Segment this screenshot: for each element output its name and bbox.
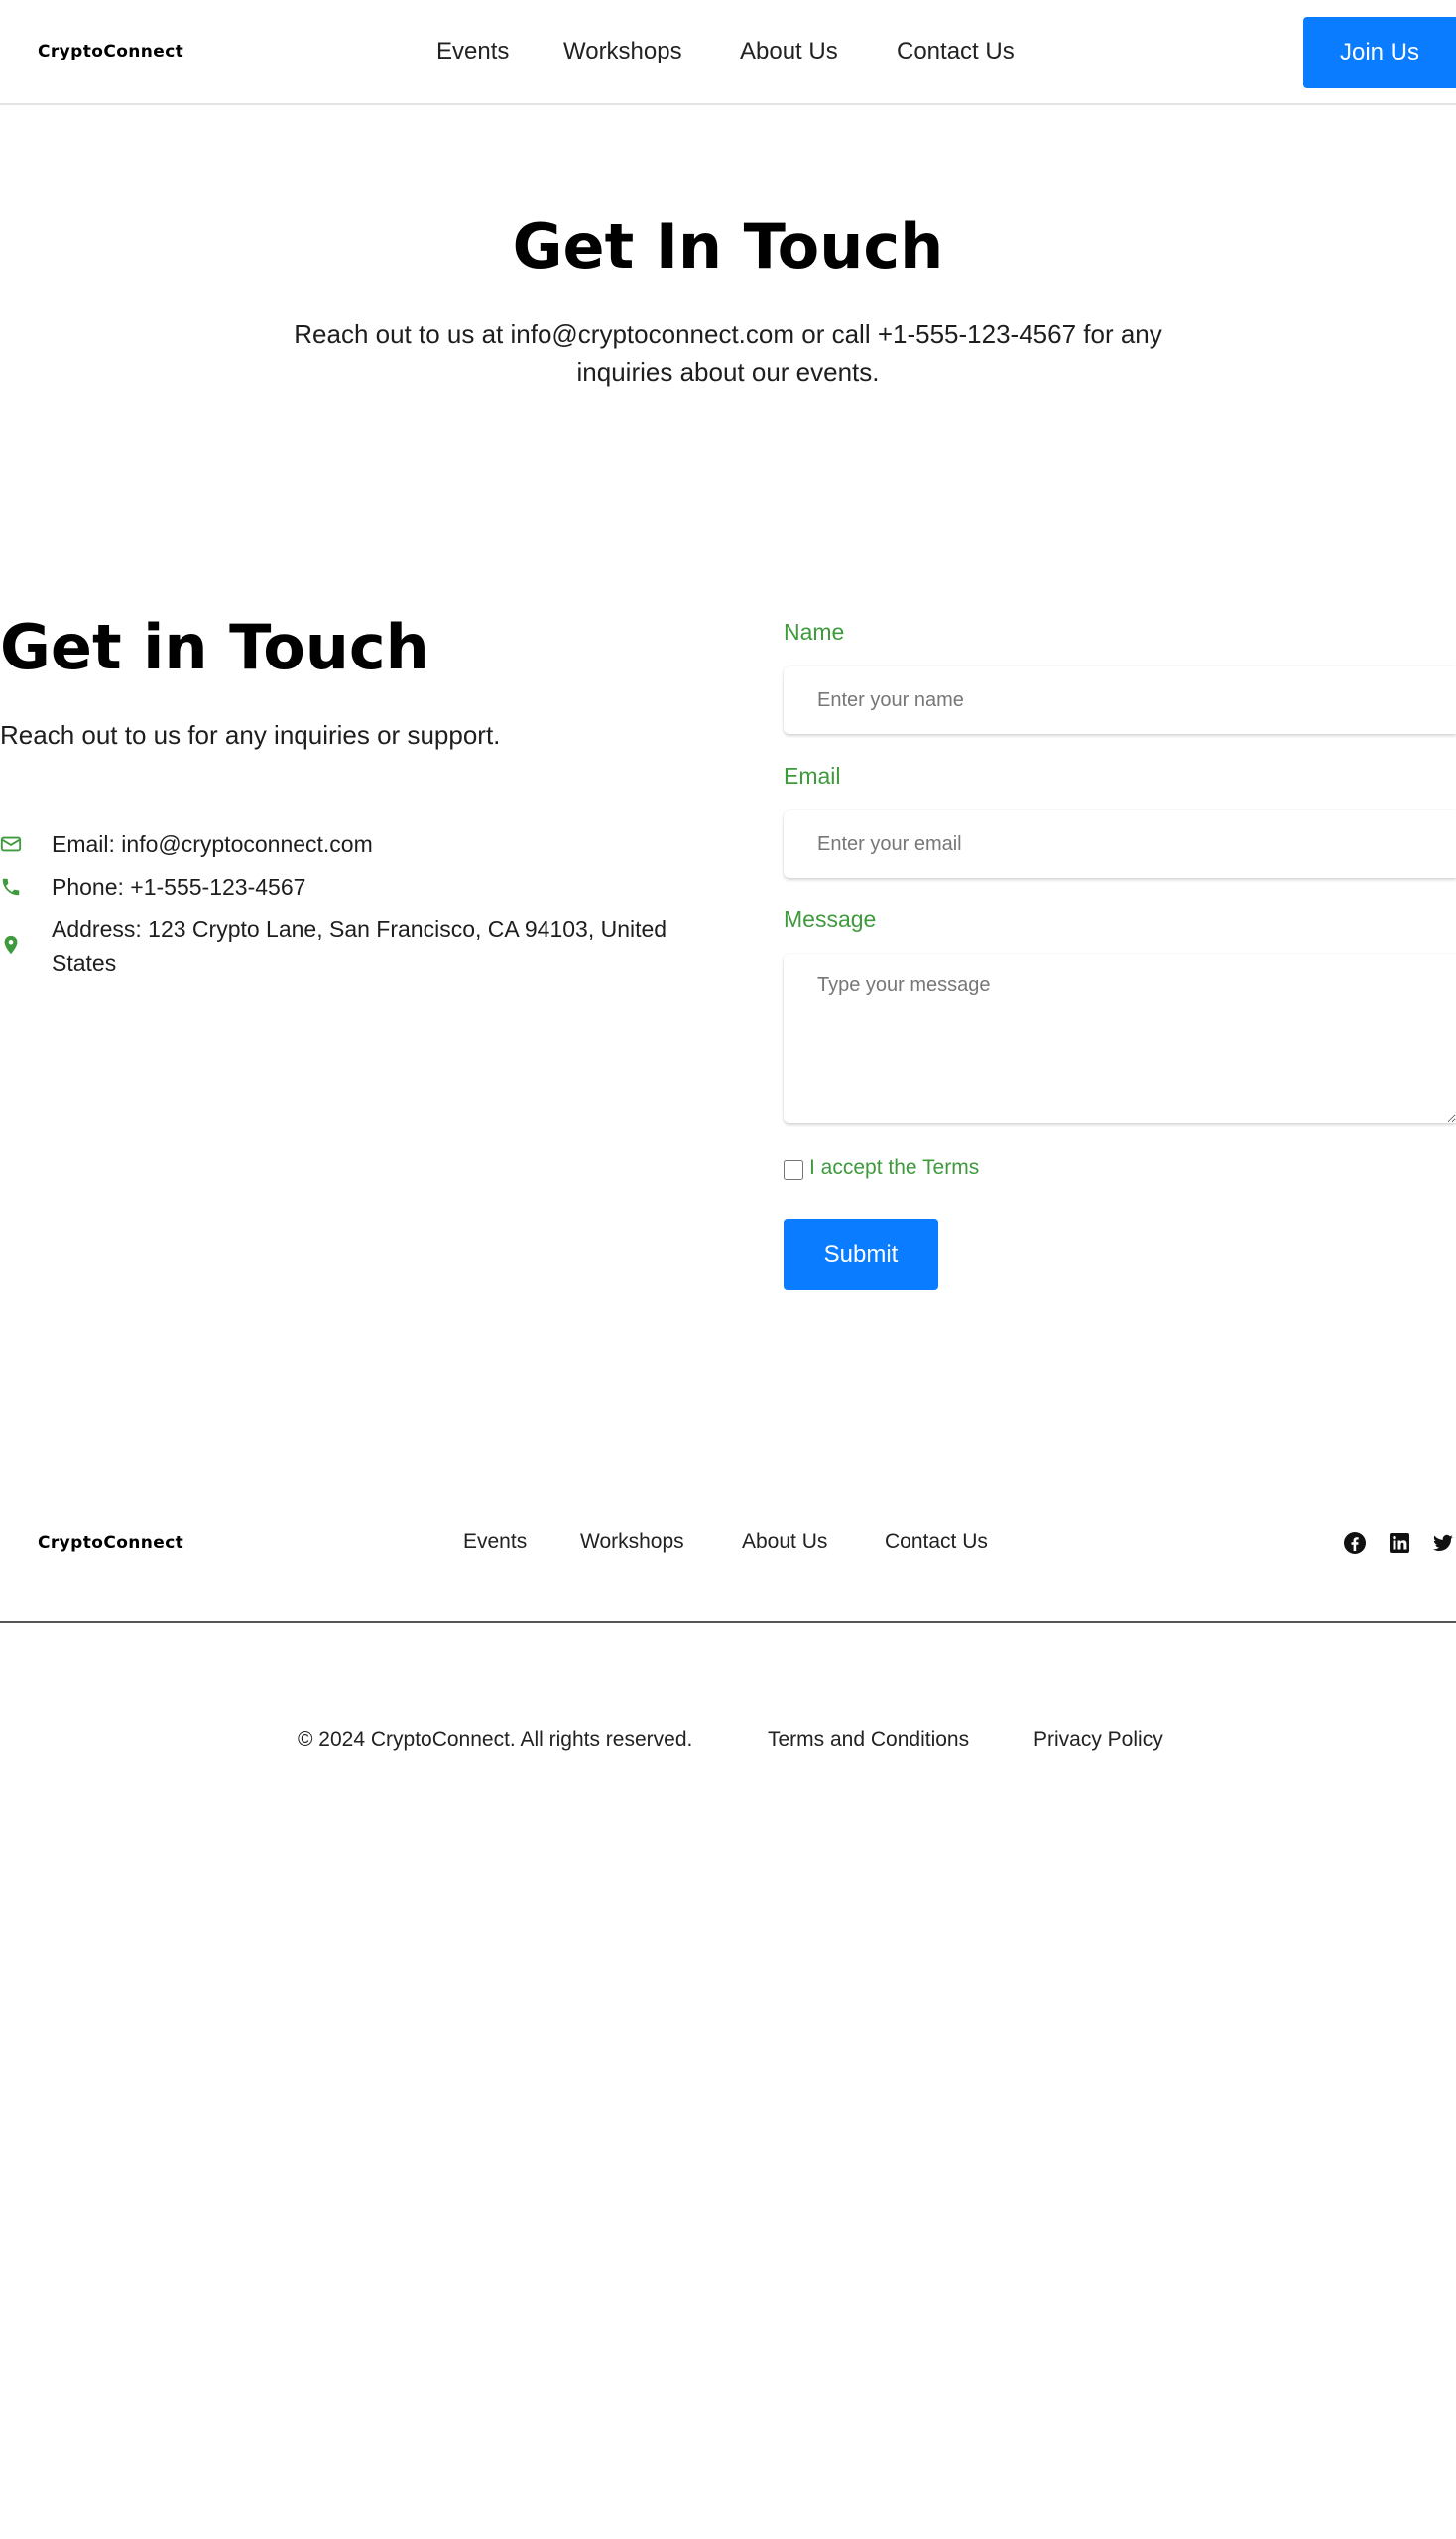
- footer-nav: Events Workshops About Us Contact Us: [0, 1525, 1456, 1559]
- hero-title: Get In Touch: [512, 210, 944, 283]
- contact-email-text: Email: info@cryptoconnect.com: [52, 831, 373, 857]
- phone-icon: [2, 878, 20, 896]
- name-input[interactable]: [784, 666, 1456, 734]
- hero-text: Reach out to us at info@cryptoconnect.co…: [294, 319, 1162, 387]
- linkedin-icon[interactable]: [1388, 1531, 1411, 1555]
- copyright-text: © 2024 CryptoConnect. All rights reserve…: [298, 1728, 693, 1751]
- contact-phone-text: Phone: +1-555-123-4567: [52, 874, 306, 900]
- terms-conditions-link[interactable]: Terms and Conditions: [768, 1728, 969, 1752]
- submit-button[interactable]: Submit: [784, 1219, 938, 1290]
- contact-address-text: Address: 123 Crypto Lane, San Francisco,…: [52, 916, 667, 976]
- privacy-policy-link[interactable]: Privacy Policy: [1033, 1728, 1163, 1752]
- nav-events-link[interactable]: Events: [436, 34, 509, 69]
- footer-about-link[interactable]: About Us: [742, 1525, 827, 1559]
- facebook-icon[interactable]: [1343, 1531, 1367, 1555]
- footer-workshops-link[interactable]: Workshops: [580, 1525, 684, 1559]
- footer-contact-link[interactable]: Contact Us: [885, 1525, 988, 1559]
- message-label: Message: [784, 907, 877, 932]
- nav-about-link[interactable]: About Us: [740, 34, 838, 69]
- email-input[interactable]: [784, 810, 1456, 878]
- email-label: Email: [784, 763, 841, 788]
- nav-contact-link[interactable]: Contact Us: [897, 34, 1015, 69]
- site-header: CryptoConnect Events Workshops About Us …: [0, 0, 1456, 105]
- name-label: Name: [784, 619, 845, 645]
- contact-subtitle: Reach out to us for any inquiries or sup…: [0, 720, 501, 750]
- contact-title: Get in Touch: [0, 611, 429, 683]
- main-nav: Events Workshops About Us Contact Us: [0, 34, 1456, 69]
- terms-label[interactable]: I accept the Terms: [809, 1156, 979, 1180]
- nav-workshops-link[interactable]: Workshops: [563, 34, 682, 69]
- message-textarea[interactable]: [784, 954, 1456, 1123]
- map-pin-icon: [4, 935, 18, 955]
- footer-divider: [0, 1621, 1456, 1623]
- envelope-icon: [0, 836, 22, 852]
- terms-checkbox[interactable]: [784, 1160, 803, 1180]
- twitter-icon[interactable]: [1431, 1531, 1455, 1555]
- join-us-button[interactable]: Join Us: [1303, 17, 1456, 88]
- footer-events-link[interactable]: Events: [463, 1525, 527, 1559]
